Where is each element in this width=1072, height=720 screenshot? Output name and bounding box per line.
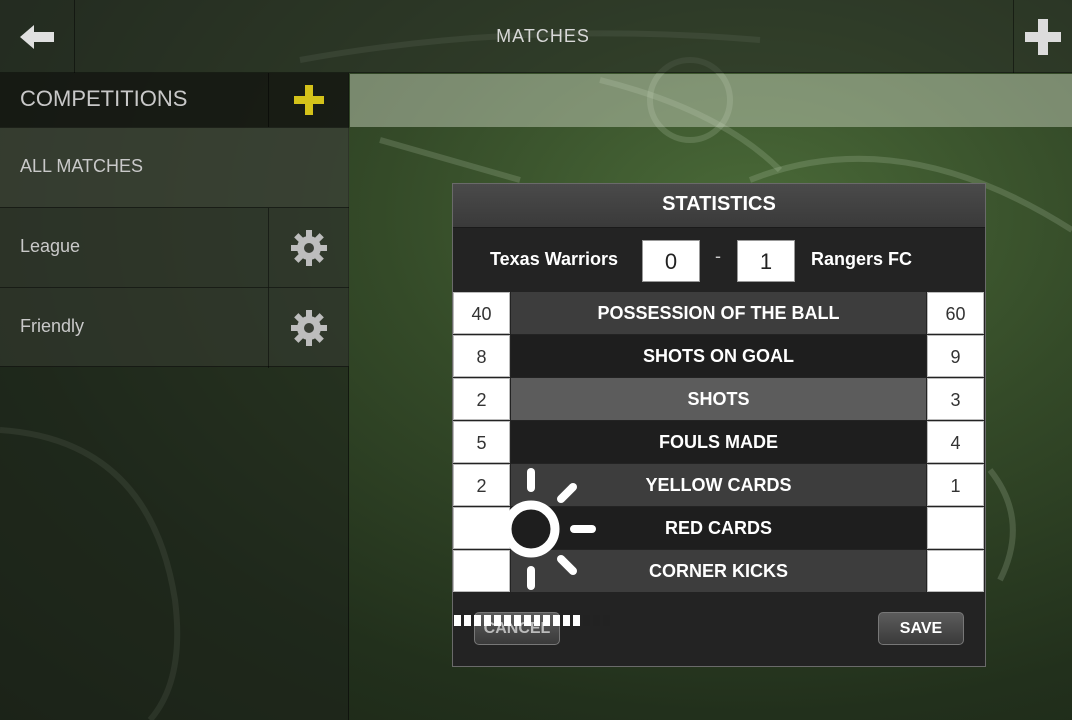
progress-segment [543, 615, 551, 626]
score-row: Texas Warriors 0 - 1 Rangers FC [453, 228, 985, 292]
page-title: MATCHES [496, 26, 590, 46]
away-stat-input[interactable]: 60 [927, 292, 984, 334]
away-stat-input[interactable] [927, 507, 984, 549]
progress-segment [493, 615, 501, 626]
sidebar-item-label: Friendly [20, 316, 85, 336]
progress-segment [583, 615, 591, 626]
dialog-title: STATISTICS [453, 184, 985, 228]
away-stat-input[interactable]: 1 [927, 464, 984, 506]
divider [0, 366, 349, 367]
competitions-label: COMPETITIONS [20, 86, 188, 111]
progress-segment [473, 615, 481, 626]
progress-segment [573, 615, 581, 626]
progress-segment [553, 615, 561, 626]
home-stat-input[interactable]: 5 [453, 421, 510, 463]
plus-icon [294, 85, 324, 115]
home-stat-input[interactable]: 2 [453, 378, 510, 420]
home-stat-input[interactable]: 40 [453, 292, 510, 334]
progress-segment [603, 615, 610, 626]
away-stat-input[interactable]: 4 [927, 421, 984, 463]
sun-spinner-icon [466, 468, 596, 590]
away-score-input[interactable]: 1 [737, 240, 795, 282]
progress-segment [563, 615, 571, 626]
add-competition-button[interactable] [268, 73, 349, 127]
home-stat-input[interactable]: 8 [453, 335, 510, 377]
competitions-header: COMPETITIONS [0, 73, 349, 127]
friendly-settings-button[interactable] [268, 288, 349, 368]
sidebar-item-league[interactable]: League [0, 207, 349, 288]
gear-icon [291, 230, 327, 266]
sidebar-item-all-matches[interactable]: ALL MATCHES [0, 127, 349, 207]
sidebar-item-friendly[interactable]: Friendly [0, 287, 349, 368]
selection-strip [350, 74, 1072, 127]
progress-segment [593, 615, 601, 626]
home-score-input[interactable]: 0 [642, 240, 700, 282]
score-separator: - [715, 246, 721, 266]
stat-label: SHOTS ON GOAL [511, 335, 926, 377]
sidebar-item-label: League [20, 236, 81, 256]
progress-segment [513, 615, 521, 626]
top-bar: MATCHES [0, 0, 1072, 73]
loading-progress-bar [454, 615, 610, 626]
gear-icon [291, 310, 327, 346]
sidebar-item-label: ALL MATCHES [20, 156, 144, 176]
away-stat-input[interactable] [927, 550, 984, 592]
progress-segment [503, 615, 511, 626]
stat-row-shots: 2 SHOTS 3 [453, 378, 985, 420]
stat-label: SHOTS [511, 378, 926, 420]
progress-segment [523, 615, 531, 626]
away-team-name: Rangers FC [811, 249, 913, 269]
save-button[interactable]: SAVE [878, 612, 964, 645]
league-settings-button[interactable] [268, 208, 349, 288]
stat-label: POSSESSION OF THE BALL [511, 292, 926, 334]
progress-segment [483, 615, 491, 626]
progress-segment [463, 615, 471, 626]
progress-segment [454, 615, 461, 626]
away-stat-input[interactable]: 9 [927, 335, 984, 377]
add-match-button[interactable] [1013, 0, 1072, 73]
home-team-name: Texas Warriors [490, 249, 619, 269]
stat-row-shots-on-goal: 8 SHOTS ON GOAL 9 [453, 335, 985, 377]
progress-segment [533, 615, 541, 626]
stat-label: FOULS MADE [511, 421, 926, 463]
sidebar: COMPETITIONS ALL MATCHES League Friendly [0, 73, 349, 720]
stat-row-possession: 40 POSSESSION OF THE BALL 60 [453, 292, 985, 334]
away-stat-input[interactable]: 3 [927, 378, 984, 420]
plus-icon [1025, 18, 1061, 55]
stat-row-fouls: 5 FOULS MADE 4 [453, 421, 985, 463]
